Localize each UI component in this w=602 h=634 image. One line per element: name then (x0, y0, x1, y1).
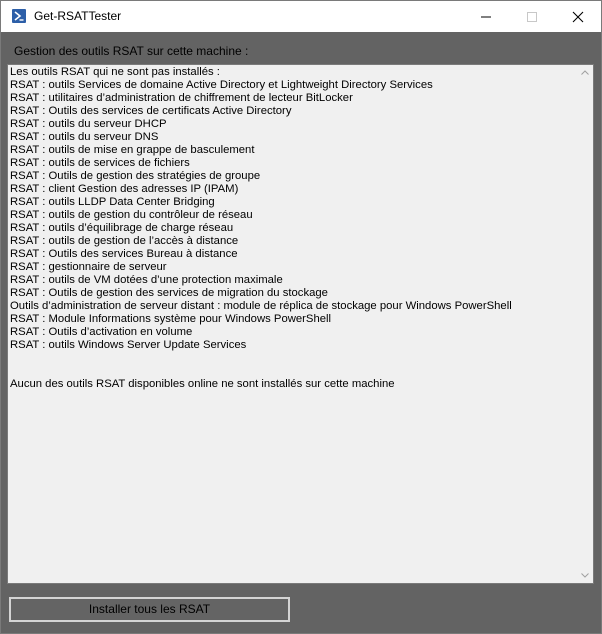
output-text: Les outils RSAT qui ne sont pas installé… (10, 66, 578, 582)
window-title: Get-RSATTester (34, 9, 122, 23)
title-bar[interactable]: Get-RSATTester (1, 1, 601, 32)
output-line: Les outils RSAT qui ne sont pas installé… (10, 66, 220, 78)
scroll-up-arrow-icon[interactable] (581, 70, 589, 75)
maximize-icon (527, 12, 537, 22)
client-area: Gestion des outils RSAT sur cette machin… (1, 32, 601, 633)
output-line: RSAT : gestionnaire de serveur (10, 261, 167, 273)
output-line: RSAT : outils Services de domaine Active… (10, 79, 433, 91)
scroll-down-arrow-icon[interactable] (581, 573, 589, 578)
output-line: RSAT : Outils de gestion des services de… (10, 287, 328, 299)
output-line: RSAT : Outils des services de certificat… (10, 105, 292, 117)
output-line: RSAT : outils d’équilibrage de charge ré… (10, 222, 234, 234)
output-line: RSAT : Module Informations système pour … (10, 313, 332, 325)
output-line: RSAT : outils LLDP Data Center Bridging (10, 196, 215, 208)
powershell-icon (12, 9, 26, 23)
output-line: RSAT : client Gestion des adresses IP (I… (10, 183, 239, 195)
main-window: Get-RSATTester Gestion des outils RSAT s… (0, 0, 602, 634)
output-line: RSAT : outils de mise en grappe de bascu… (10, 144, 255, 156)
maximize-button[interactable] (509, 1, 555, 32)
output-line: RSAT : outils de services de fichiers (10, 157, 190, 169)
output-line: RSAT : Outils de gestion des stratégies … (10, 170, 261, 182)
output-line: RSAT : outils de gestion de l’accès à di… (10, 235, 239, 247)
vertical-scrollbar[interactable] (577, 65, 593, 583)
output-line: RSAT : outils du serveur DHCP (10, 118, 167, 130)
output-line: RSAT : outils de VM dotées d’une protect… (10, 274, 283, 286)
minimize-button[interactable] (463, 1, 509, 32)
output-line: RSAT : utilitaires d’administration de c… (10, 92, 353, 104)
output-line: RSAT : Outils des services Bureau à dist… (10, 248, 238, 260)
output-line: RSAT : outils Windows Server Update Serv… (10, 339, 247, 351)
section-label: Gestion des outils RSAT sur cette machin… (14, 44, 249, 58)
minimize-icon (481, 16, 491, 18)
output-textbox[interactable]: Les outils RSAT qui ne sont pas installé… (7, 64, 594, 584)
output-line: Outils d’administration de serveur dista… (10, 300, 512, 312)
output-line: RSAT : Outils d’activation en volume (10, 326, 193, 338)
close-icon (572, 11, 584, 23)
install-all-rsat-button[interactable]: Installer tous les RSAT (9, 597, 290, 622)
output-line: RSAT : outils de gestion du contrôleur d… (10, 209, 253, 221)
output-line: RSAT : outils du serveur DNS (10, 131, 159, 143)
output-line: Aucun des outils RSAT disponibles online… (10, 378, 395, 390)
close-button[interactable] (555, 1, 601, 32)
